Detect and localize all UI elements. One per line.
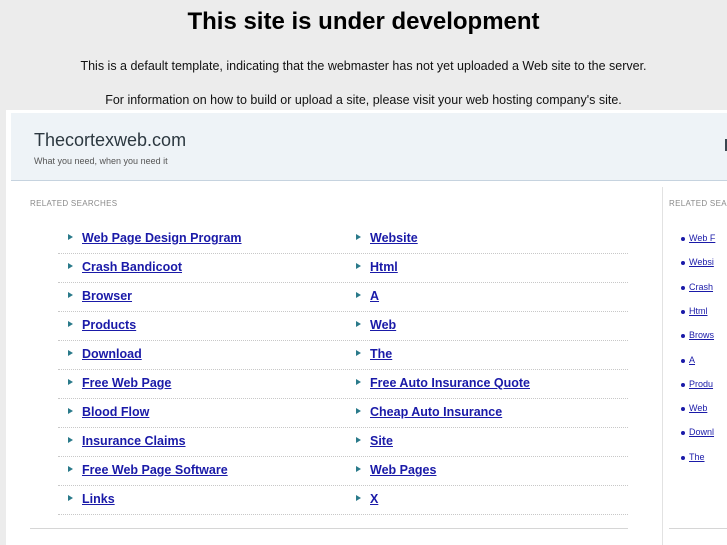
related-search-link[interactable]: Crash Bandicoot (82, 260, 182, 274)
sidebar-search-link[interactable]: Html (681, 305, 708, 316)
related-search-link[interactable]: Site (370, 434, 393, 448)
sidebar-search-link[interactable]: Produ (681, 378, 714, 389)
list-item: Free Web Page Software Web Pages (58, 456, 628, 486)
divider (669, 528, 727, 529)
related-search-link[interactable]: Free Web Page (82, 376, 171, 390)
notice-line-template: This is a default template, indicating t… (80, 59, 647, 73)
arrow-bullet-icon (356, 292, 361, 298)
related-searches-sidebar: RELATED SEA Web F Websi Crash Html Brows A Pro… (662, 187, 727, 545)
sidebar-search-link[interactable]: Brows (681, 330, 715, 341)
related-search-link[interactable]: Links (82, 492, 115, 506)
bullet-icon (681, 237, 685, 241)
arrow-bullet-icon (68, 292, 73, 298)
bullet-icon (681, 455, 685, 460)
bullet-icon (681, 261, 685, 266)
list-item: Insurance Claims Site (58, 427, 628, 457)
related-search-link[interactable]: Web Pages (370, 463, 436, 477)
related-search-link[interactable]: Free Auto Insurance Quote (370, 376, 530, 390)
sidebar-link-label: Web F (689, 233, 716, 243)
related-search-link[interactable]: A (370, 289, 379, 303)
sidebar-search-link[interactable]: Downl (681, 427, 715, 438)
list-item: Products Web (58, 311, 628, 341)
bullet-icon (681, 309, 685, 314)
bullet-icon (681, 358, 685, 363)
sidebar-search-link[interactable]: The (681, 451, 705, 462)
sidebar-link-label: Crash (689, 281, 714, 292)
arrow-bullet-icon (68, 321, 73, 327)
related-search-link[interactable]: Cheap Auto Insurance (370, 405, 502, 419)
arrow-bullet-icon (356, 437, 361, 443)
arrow-bullet-icon (68, 437, 73, 443)
related-search-link[interactable]: X (370, 492, 378, 506)
related-search-link[interactable]: Download (82, 347, 142, 361)
sidebar-heading: RELATED SEA (669, 199, 727, 208)
sidebar-link-label: Web (689, 403, 708, 414)
arrow-bullet-icon (356, 408, 361, 414)
list-item: Free Web Page Free Auto Insurance Quote (58, 369, 628, 399)
bullet-icon (681, 285, 685, 290)
arrow-bullet-icon (68, 408, 73, 414)
bullet-icon (681, 431, 685, 436)
related-search-link[interactable]: Website (370, 231, 418, 245)
arrow-bullet-icon (356, 350, 361, 356)
parked-page-frame: Thecortexweb.com What you need, when you… (6, 110, 727, 545)
list-item: Crash Bandicoot Html (58, 253, 628, 283)
list-item: Blood Flow Cheap Auto Insurance (58, 398, 628, 428)
related-search-link[interactable]: Free Web Page Software (82, 463, 228, 477)
bullet-icon (681, 382, 685, 387)
sidebar-link-label: A (689, 354, 696, 365)
sidebar-link-label: Brows (689, 330, 715, 341)
arrow-bullet-icon (356, 495, 361, 501)
sidebar-link-label: Produ (689, 378, 714, 389)
list-item: Download The (58, 340, 628, 370)
arrow-bullet-icon (68, 466, 73, 472)
arrow-bullet-icon (356, 466, 361, 472)
list-item: Links X (58, 485, 628, 515)
notice-line-hosting: For information on how to build or uploa… (105, 93, 622, 107)
sidebar-search-link[interactable]: Crash (681, 281, 714, 292)
sidebar-search-link[interactable]: Web F (681, 233, 716, 243)
arrow-bullet-icon (356, 379, 361, 385)
site-tagline: What you need, when you need it (34, 156, 168, 166)
arrow-bullet-icon (68, 379, 73, 385)
list-item: Web Page Design Program Website (58, 224, 628, 254)
sidebar-search-link[interactable]: Web (681, 403, 708, 414)
related-search-link[interactable]: Products (82, 318, 136, 332)
related-searches-heading: RELATED SEARCHES (30, 199, 118, 208)
site-header: Thecortexweb.com What you need, when you… (11, 113, 727, 181)
arrow-bullet-icon (68, 234, 73, 240)
related-search-link[interactable]: Html (370, 260, 398, 274)
sidebar-link-label: Websi (689, 257, 714, 268)
bullet-icon (681, 334, 685, 339)
list-item: Browser A (58, 282, 628, 312)
site-name: Thecortexweb.com (34, 130, 187, 150)
sidebar-link-label: The (689, 451, 705, 462)
related-search-link[interactable]: Web (370, 318, 396, 332)
divider (30, 528, 628, 529)
arrow-bullet-icon (356, 263, 361, 269)
related-search-link[interactable]: Browser (82, 289, 132, 303)
related-searches-main: RELATED SEARCHES Web Page Design Program… (30, 187, 628, 545)
related-search-link[interactable]: The (370, 347, 392, 361)
related-search-link[interactable]: Web Page Design Program (82, 231, 242, 245)
arrow-bullet-icon (68, 263, 73, 269)
arrow-bullet-icon (356, 234, 361, 240)
arrow-bullet-icon (356, 321, 361, 327)
bullet-icon (681, 407, 685, 412)
arrow-bullet-icon (68, 350, 73, 356)
sidebar-link-label: Html (689, 305, 708, 316)
related-search-link[interactable]: Blood Flow (82, 405, 149, 419)
related-search-link[interactable]: Insurance Claims (82, 434, 186, 448)
sidebar-link-label: Downl (689, 427, 715, 438)
arrow-bullet-icon (68, 495, 73, 501)
sidebar-search-link[interactable]: A (681, 354, 696, 365)
page-title: This site is under development (187, 8, 540, 35)
sidebar-search-link[interactable]: Websi (681, 257, 714, 268)
